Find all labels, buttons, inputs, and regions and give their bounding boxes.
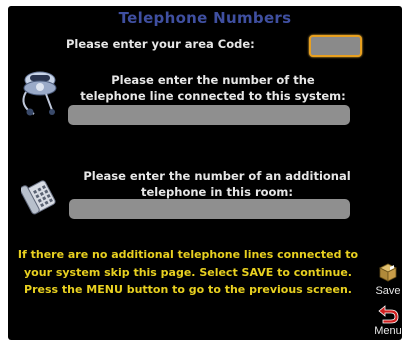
- menu-button-label: Menu: [374, 325, 402, 337]
- back-arrow-icon: [378, 305, 399, 324]
- additional-phone-label: Please enter the number of an additional…: [83, 169, 351, 199]
- save-button[interactable]: Save: [370, 261, 402, 301]
- instructions-text: If there are no additional telephone lin…: [17, 248, 359, 296]
- area-code-input[interactable]: [309, 35, 362, 57]
- page-title: Telephone Numbers: [118, 9, 292, 27]
- additional-phone-input[interactable]: [69, 199, 350, 219]
- save-button-label: Save: [375, 285, 401, 297]
- phone-line-label: Please enter the number of the telephone…: [80, 73, 346, 103]
- menu-button[interactable]: Menu: [370, 302, 402, 340]
- phone-line-input[interactable]: [68, 105, 350, 125]
- save-box-icon: [379, 263, 397, 282]
- telephone-numbers-screen: Telephone Numbers Please enter your area…: [8, 6, 402, 340]
- area-code-label: Please enter your area Code:: [66, 37, 255, 51]
- rotary-phone-icon: [22, 71, 57, 116]
- desk-phone-icon: [21, 180, 56, 215]
